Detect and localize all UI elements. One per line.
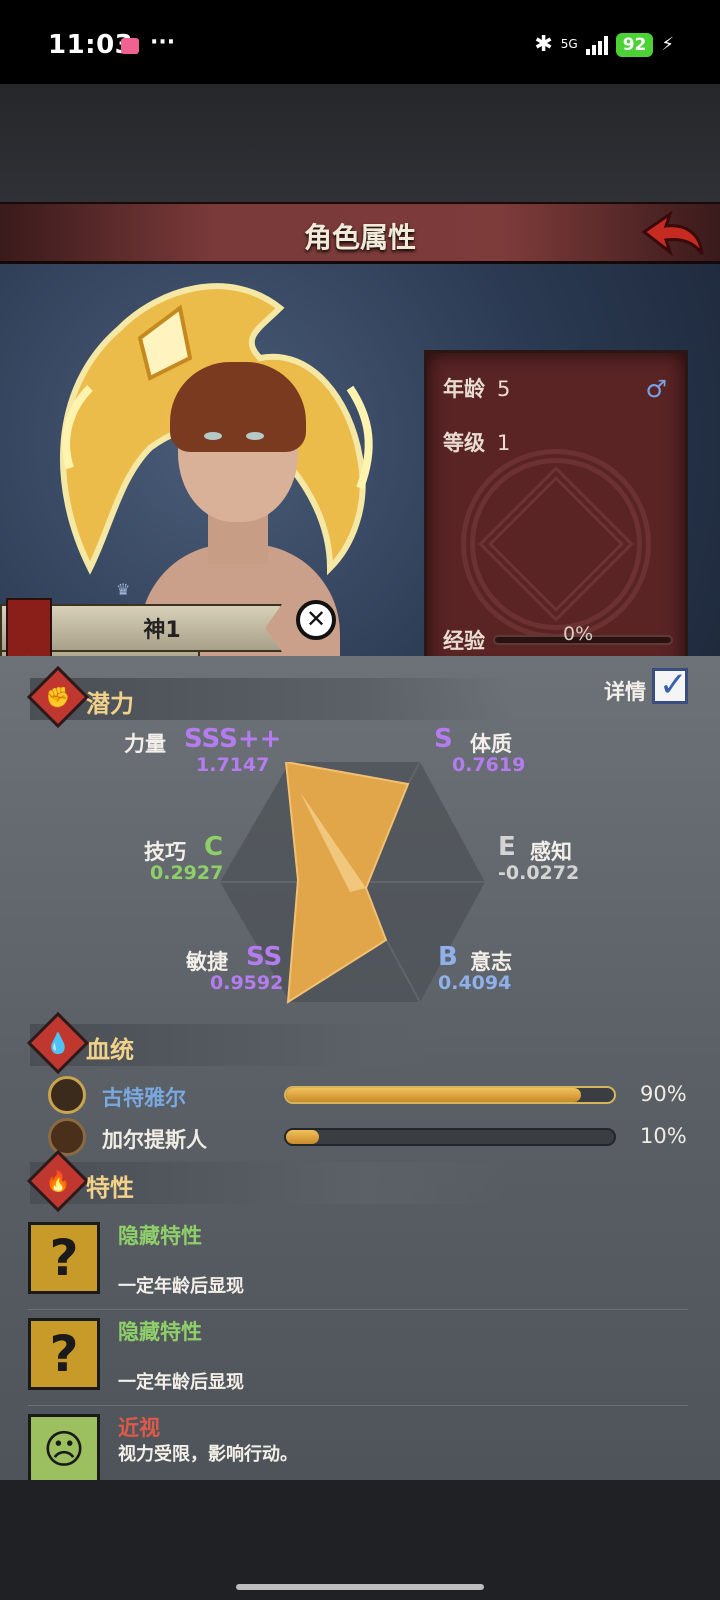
bloodline-bar-fill — [286, 1130, 319, 1144]
bloodline-bar — [284, 1128, 616, 1146]
page-title: 角色属性 — [303, 221, 416, 254]
stat-perception-value: -0.0272 — [498, 862, 580, 884]
stat-agility-grade: SS — [246, 942, 283, 972]
character-portrait-area: 神1 血泣 ♛ ✕ 年龄5 ♂ 等级1 经验 0% 血统 家庭 — [0, 264, 720, 836]
level-row: 等级 1 — [443, 427, 510, 457]
check-icon: ✓ — [659, 665, 688, 705]
traits-header: 🔥 特性 — [26, 1149, 510, 1213]
trait-item[interactable]: ? 隐藏特性 一定年龄后显现 — [28, 1214, 688, 1310]
bloodline-title: 血统 — [86, 1036, 134, 1064]
stat-skill-grade: C — [204, 832, 224, 862]
trait-desc: 视力受限，影响行动。 — [118, 1444, 298, 1465]
stat-constitution-value: 0.7619 — [452, 754, 526, 776]
bloodline-name: 古特雅尔 — [102, 1086, 186, 1110]
blood-drop-icon: 💧 — [26, 1011, 90, 1075]
trait-item[interactable]: ☹ 近视 视力受限，影响行动。 — [28, 1406, 688, 1480]
bottom-bar — [0, 1480, 720, 1600]
more-notifications-icon: ··· — [150, 30, 176, 55]
age-value: 5 — [497, 377, 511, 401]
close-icon[interactable]: ✕ — [296, 600, 336, 640]
level-label: 等级 — [443, 431, 485, 455]
bloodline-panel: ✊ 潜力 详情 ✓ 力量 SSS++ 1.7147 S 体质 0.7619 技巧… — [0, 656, 720, 1480]
character-info-panel: 年龄 5 ♂ 等级 1 经验 0% — [424, 350, 688, 680]
stat-will-value: 0.4094 — [438, 972, 512, 994]
myopia-face-icon: ☹ — [28, 1414, 100, 1480]
exp-label: 经验 — [443, 629, 485, 653]
signal-icon — [585, 35, 608, 55]
question-mark-icon: ? — [28, 1222, 100, 1294]
crown-icon: ♛ — [116, 580, 131, 599]
stat-perception-grade: E — [498, 832, 516, 862]
stat-constitution-grade: S — [434, 724, 453, 754]
charging-icon: ⚡ — [661, 34, 674, 55]
potential-title: 潜力 — [86, 690, 134, 718]
stat-agility-value: 0.9592 — [210, 972, 284, 994]
home-indicator[interactable] — [236, 1584, 484, 1590]
stat-strength-value: 1.7147 — [196, 754, 270, 776]
galtis-emblem-icon — [48, 1118, 86, 1156]
bloodline-item[interactable]: 加尔提斯人 10% — [48, 1118, 688, 1156]
back-arrow-icon[interactable] — [640, 210, 706, 260]
game-screen: 角色属性 神1 血泣 ♛ ✕ 年龄5 — [0, 84, 720, 1480]
network-label: 5G — [560, 37, 578, 51]
stat-skill-value: 0.2927 — [150, 862, 224, 884]
question-mark-icon: ? — [28, 1318, 100, 1390]
male-icon: ♂ — [645, 375, 667, 403]
bloodline-item[interactable]: 古特雅尔 90% — [48, 1076, 688, 1114]
bloodline-bar-fill — [286, 1088, 582, 1102]
bloodline-bar — [284, 1086, 616, 1104]
age-row: 年龄 5 — [443, 373, 510, 403]
trait-desc: 一定年龄后显现 — [118, 1372, 244, 1393]
bloodline-header: 💧 血统 — [26, 1011, 510, 1075]
character-name: 神1 — [143, 618, 181, 643]
stat-strength-grade: SSS++ — [184, 724, 282, 754]
gutyar-emblem-icon — [48, 1076, 86, 1114]
traits-title: 特性 — [86, 1174, 134, 1202]
potential-icon: ✊ — [26, 665, 90, 729]
trait-title: 隐藏特性 — [118, 1320, 202, 1344]
stat-strength-name: 力量 — [124, 732, 166, 756]
exp-value: 0% — [563, 623, 594, 645]
stat-will-grade: B — [438, 942, 458, 972]
bloodline-pct: 90% — [640, 1082, 687, 1106]
title-bar: 角色属性 — [0, 202, 720, 264]
app-notification-icon — [121, 38, 139, 54]
bloodline-pct: 10% — [640, 1124, 687, 1148]
level-value: 1 — [497, 431, 511, 455]
trait-desc: 一定年龄后显现 — [118, 1276, 244, 1297]
battery-indicator: 92 — [615, 32, 654, 57]
detail-checkbox[interactable]: ✓ — [652, 665, 688, 705]
flame-icon: 🔥 — [26, 1149, 90, 1213]
trait-item[interactable]: ? 隐藏特性 一定年龄后显现 — [28, 1310, 688, 1406]
status-bar: 11:03 ··· ✱ 5G 92 ⚡ — [0, 0, 720, 84]
bluetooth-icon: ✱ — [534, 32, 553, 57]
detail-label: 详情 — [604, 680, 646, 704]
trait-title: 近视 — [118, 1416, 160, 1440]
age-label: 年龄 — [443, 377, 485, 401]
status-icons: ✱ 5G 92 ⚡ — [534, 32, 674, 57]
trait-title: 隐藏特性 — [118, 1224, 202, 1248]
bloodline-name: 加尔提斯人 — [102, 1128, 207, 1152]
potential-header: ✊ 潜力 — [26, 665, 510, 729]
